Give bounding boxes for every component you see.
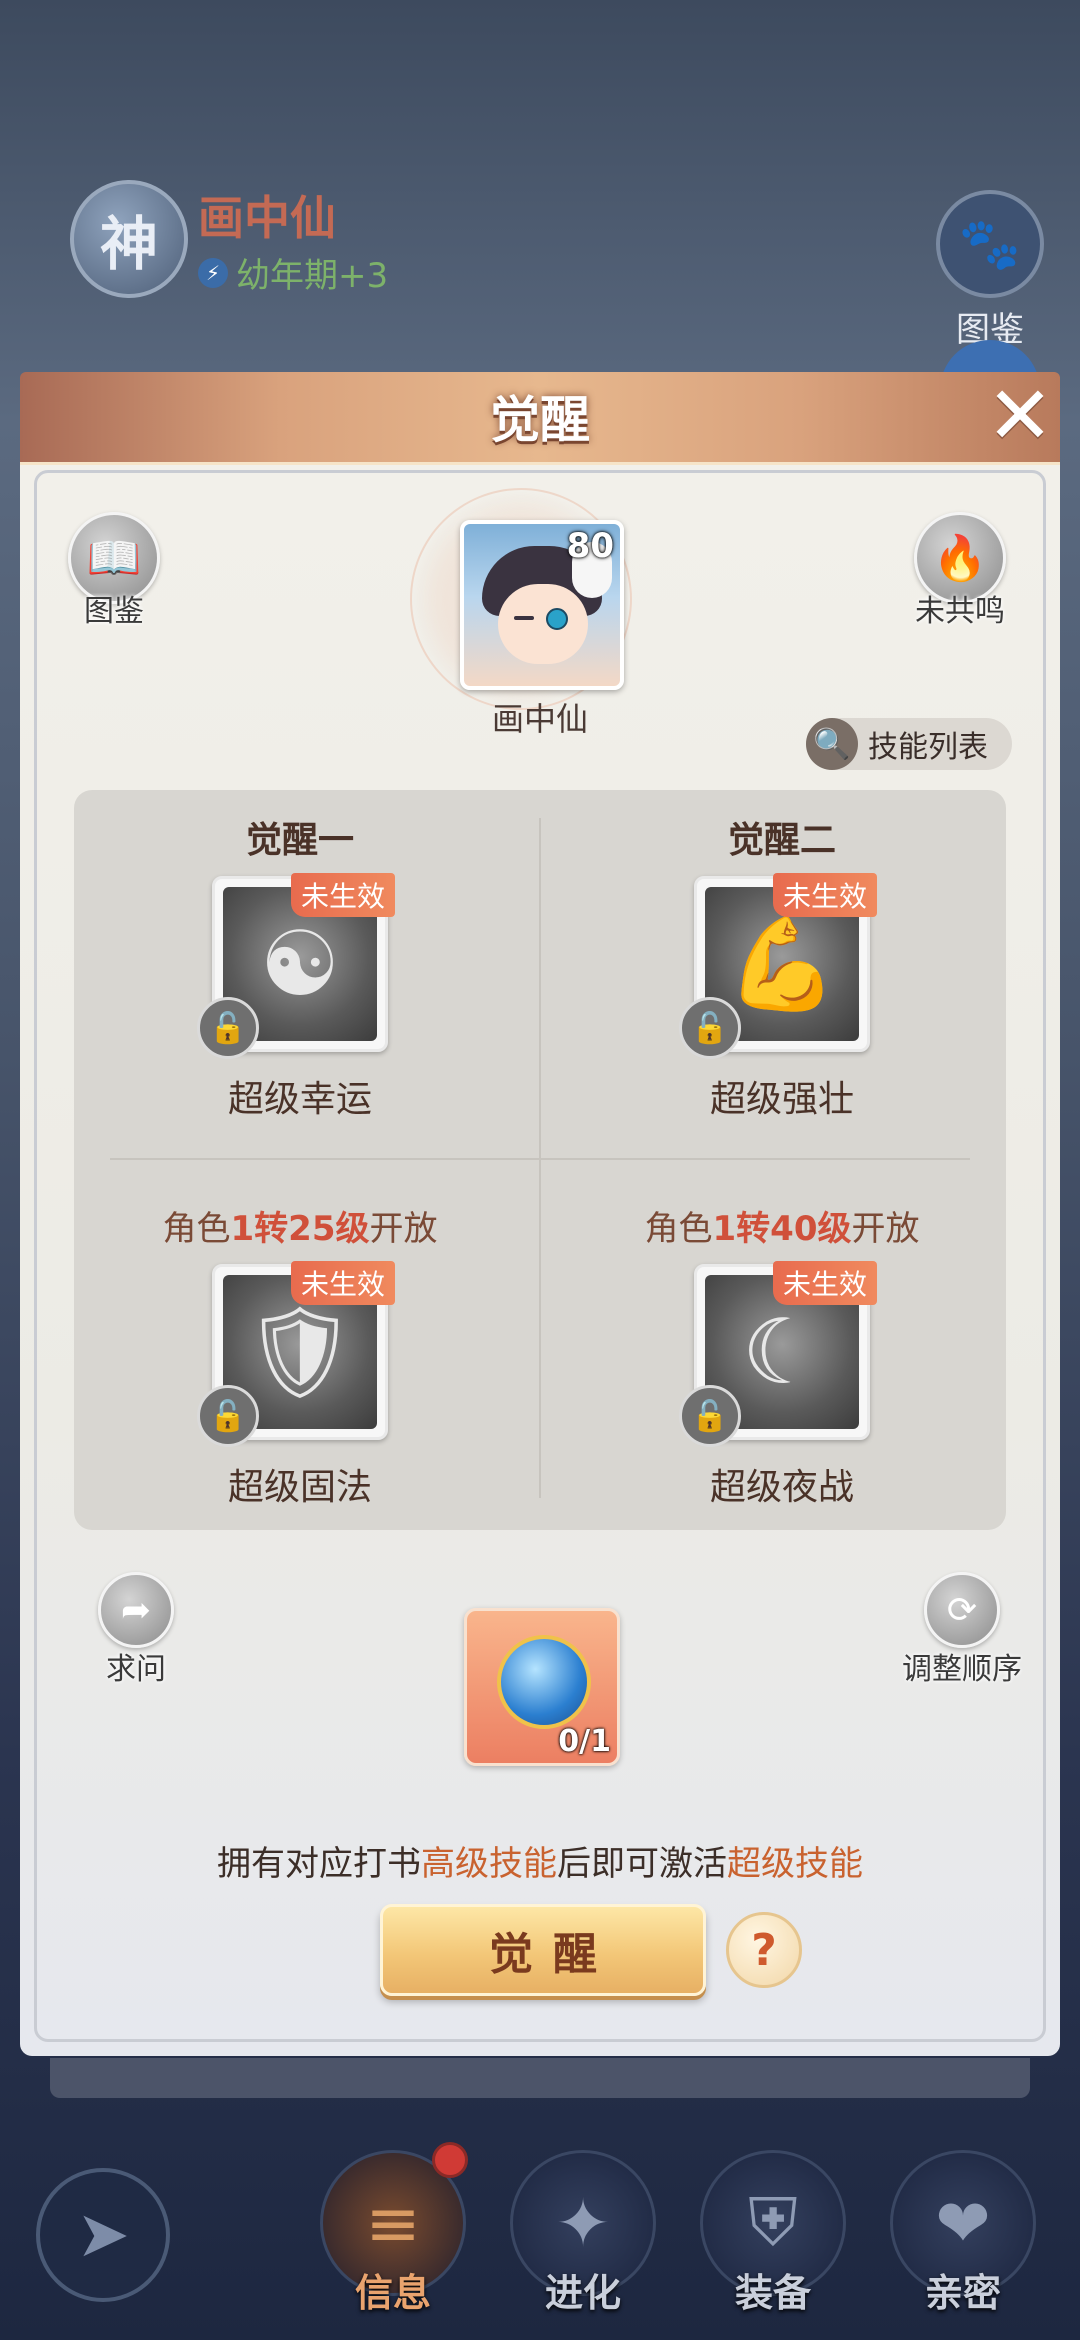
skill-name: 超级强壮 — [709, 1079, 854, 1120]
status-badge: 未生效 — [290, 1261, 395, 1305]
nav-tab-evolve[interactable]: ✦ 进化 — [508, 2150, 658, 2320]
awaken-material-item[interactable]: 0/1 — [464, 1608, 620, 1766]
awaken-button[interactable]: 觉醒 — [380, 1904, 706, 1996]
ask-button-label: 求问 — [106, 1652, 166, 1687]
lock-icon: 🔓 — [679, 1385, 741, 1447]
reorder-button[interactable]: ⟳ 调整顺序 — [892, 1572, 1032, 1688]
skill-icon-frame: ☯ 未生效 🔓 — [197, 873, 395, 1059]
growth-stage-label: 幼年期+3 — [236, 256, 389, 296]
slot-title: 觉醒一 — [245, 820, 354, 861]
back-arrow-icon: ➤ — [76, 2198, 130, 2272]
awaken-slot-4[interactable]: 角色1转40级开放 ☾ 未生效 🔓 超级夜战 — [612, 1206, 952, 1510]
close-icon: ✕ — [986, 369, 1054, 462]
growth-stage: ⚡ 幼年期+3 — [198, 248, 388, 297]
skill-name: 超级幸运 — [227, 1079, 372, 1120]
skill-icon-frame: 💪 未生效 🔓 — [679, 873, 877, 1059]
reorder-button-label: 调整顺序 — [902, 1652, 1022, 1687]
skill-name: 超级固法 — [227, 1467, 372, 1508]
pet-level: 80 — [566, 526, 614, 566]
search-icon: 🔍 — [806, 718, 858, 770]
refresh-icon: ⟳ — [924, 1572, 1000, 1648]
dex-button-background: 🐾 图鉴 — [935, 190, 1045, 351]
lock-icon: 🔓 — [679, 997, 741, 1059]
resonance-button[interactable]: 🔥 未共鸣 — [890, 512, 1030, 630]
skill-icon-frame: 🛡 未生效 🔓 — [197, 1261, 395, 1447]
nav-tab-label: 装备 — [734, 2271, 811, 2315]
dex-button-label: 图鉴 — [84, 594, 144, 629]
bolt-icon: ⚡ — [198, 257, 228, 288]
paw-book-icon: 🐾 — [936, 190, 1044, 298]
blue-orb-icon — [497, 1635, 591, 1729]
pet-name: 画中仙 — [491, 700, 588, 738]
nav-tab-intimacy[interactable]: ❤ 亲密 — [888, 2150, 1038, 2320]
unlock-requirement: 角色1转40级开放 — [644, 1209, 920, 1249]
awaken-slot-1[interactable]: 觉醒一 ☯ 未生效 🔓 超级幸运 — [130, 818, 470, 1122]
dex-button[interactable]: 📖 图鉴 — [44, 512, 184, 630]
background-panel-peek — [50, 2058, 1030, 2098]
awaken-slot-2[interactable]: 觉醒二 💪 未生效 🔓 超级强壮 — [612, 818, 952, 1122]
skill-list-button[interactable]: 🔍 技能列表 — [806, 718, 1012, 770]
question-icon: ? — [751, 1924, 777, 1976]
ask-button[interactable]: ➦ 求问 — [66, 1572, 206, 1688]
slot-title: 觉醒二 — [727, 820, 836, 861]
status-badge: 未生效 — [772, 1261, 877, 1305]
status-badge: 未生效 — [772, 873, 877, 917]
divider — [110, 1158, 970, 1160]
pet-name-background: 画中仙 — [198, 191, 336, 245]
back-button[interactable]: ➤ — [36, 2168, 170, 2302]
skill-icon-frame: ☾ 未生效 🔓 — [679, 1261, 877, 1447]
skill-name: 超级夜战 — [709, 1467, 854, 1508]
lock-icon: 🔓 — [197, 1385, 259, 1447]
resonance-button-label: 未共鸣 — [915, 594, 1005, 629]
nav-tab-label: 信息 — [354, 2271, 431, 2315]
class-badge: 神 — [70, 180, 188, 298]
notification-dot — [432, 2142, 468, 2178]
help-button[interactable]: ? — [726, 1912, 802, 1988]
status-badge: 未生效 — [290, 873, 395, 917]
pet-portrait[interactable]: 80 — [460, 520, 624, 690]
close-button[interactable]: ✕ — [982, 376, 1058, 456]
item-count: 0/1 — [558, 1724, 611, 1759]
skill-list-label: 技能列表 — [868, 730, 988, 765]
hint-text: 拥有对应打书高级技能后即可激活超级技能 — [217, 1844, 863, 1884]
nav-tab-label: 进化 — [544, 2271, 621, 2315]
lock-icon: 🔓 — [197, 997, 259, 1059]
nav-tab-equipment[interactable]: ⛨ 装备 — [698, 2150, 848, 2320]
awaken-slot-3[interactable]: 角色1转25级开放 🛡 未生效 🔓 超级固法 — [130, 1206, 470, 1510]
nav-tab-label: 亲密 — [924, 2271, 1001, 2315]
dialog-title: 觉醒 — [490, 391, 590, 449]
unlock-requirement: 角色1转25级开放 — [162, 1209, 438, 1249]
share-arrow-icon: ➦ — [98, 1572, 174, 1648]
